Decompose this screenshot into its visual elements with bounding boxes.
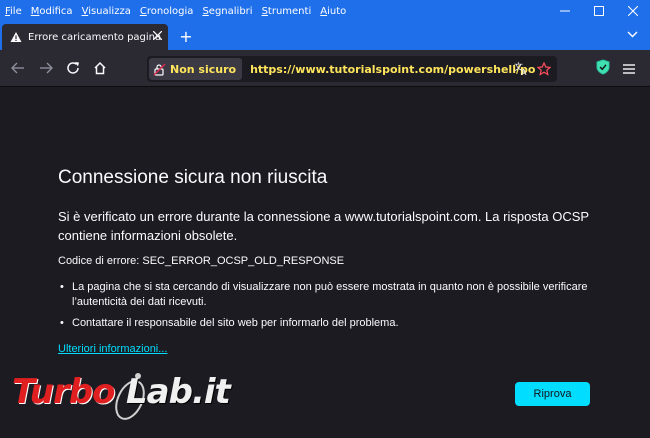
new-tab-button[interactable]: + (176, 26, 196, 46)
reload-button[interactable] (63, 58, 83, 78)
app-menu-button[interactable] (622, 60, 636, 79)
menu-visualizza[interactable]: Visualizza (82, 6, 131, 17)
list-item: Contattare il responsabile del sito web … (58, 316, 618, 331)
minimize-button[interactable] (548, 0, 582, 22)
url-actions: 文A (514, 61, 552, 80)
window-controls (548, 0, 650, 22)
shield-check-icon (596, 59, 610, 75)
logo-text-red: Turbo (12, 372, 115, 412)
retry-button[interactable]: Riprova (515, 382, 590, 406)
broken-lock-icon (153, 63, 166, 76)
menu-file[interactable]: File (5, 6, 22, 17)
home-icon (94, 61, 106, 75)
extension-button[interactable] (596, 59, 610, 79)
error-page: Connessione sicura non riuscita Si è ver… (0, 88, 650, 438)
security-label: Non sicuro (170, 62, 237, 76)
forward-button[interactable] (36, 58, 56, 78)
tab-close-icon[interactable] (152, 29, 163, 43)
back-button[interactable] (8, 58, 28, 78)
navigation-toolbar: Non sicuro https://www.tutorialspoint.co… (0, 50, 650, 87)
star-icon (536, 61, 552, 76)
minimize-icon (560, 10, 570, 12)
home-button[interactable] (90, 58, 110, 78)
close-window-button[interactable] (616, 0, 650, 22)
watermark-logo: Turbo Lab.it (8, 370, 238, 424)
error-description: Si è verificato un errore durante la con… (58, 209, 589, 243)
list-item: La pagina che si sta cercando di visuali… (58, 280, 618, 310)
maximize-button[interactable] (582, 0, 616, 22)
menu-cronologia[interactable]: Cronologia (140, 6, 194, 17)
reload-icon (67, 62, 79, 74)
bookmark-button[interactable] (536, 61, 552, 80)
tab-list-button[interactable] (627, 28, 638, 41)
tab-title: Errore caricamento pagina (28, 31, 162, 43)
hamburger-icon (623, 64, 635, 74)
chevron-down-icon (627, 31, 638, 38)
security-indicator[interactable]: Non sicuro (149, 58, 243, 80)
menu-modifica[interactable]: Modifica (31, 6, 73, 17)
warning-icon (10, 31, 22, 43)
maximize-icon (594, 6, 604, 16)
error-code: Codice di errore: SEC_ERROR_OCSP_OLD_RES… (58, 255, 345, 267)
menu-strumenti[interactable]: Strumenti (262, 6, 312, 17)
translate-icon: 文A (514, 61, 527, 77)
menu-aiuto[interactable]: Aiuto (320, 6, 346, 17)
address-bar[interactable]: Non sicuro https://www.tutorialspoint.co… (147, 56, 557, 82)
tab-strip: Errore caricamento pagina + (0, 22, 650, 50)
svg-text:A: A (521, 68, 527, 76)
menu-bar: File Modifica Visualizza Cronologia Segn… (0, 0, 650, 22)
url-text[interactable]: https://www.tutorialspoint.com/powershel… (250, 63, 535, 76)
tab-error-page[interactable]: Errore caricamento pagina (2, 24, 168, 50)
arrow-left-icon (11, 62, 24, 74)
more-info-link[interactable]: Ulteriori informazioni... (58, 343, 167, 355)
logo-text-white: Lab.it (126, 372, 231, 412)
menu-list: File Modifica Visualizza Cronologia Segn… (0, 6, 355, 17)
translate-button[interactable]: 文A (514, 61, 529, 80)
arrow-right-icon (40, 62, 53, 74)
menu-segnalibri[interactable]: Segnalibri (202, 6, 252, 17)
error-title: Connessione sicura non riuscita (58, 167, 328, 188)
close-icon (628, 6, 638, 16)
error-hints: La pagina che si sta cercando di visuali… (58, 280, 618, 337)
